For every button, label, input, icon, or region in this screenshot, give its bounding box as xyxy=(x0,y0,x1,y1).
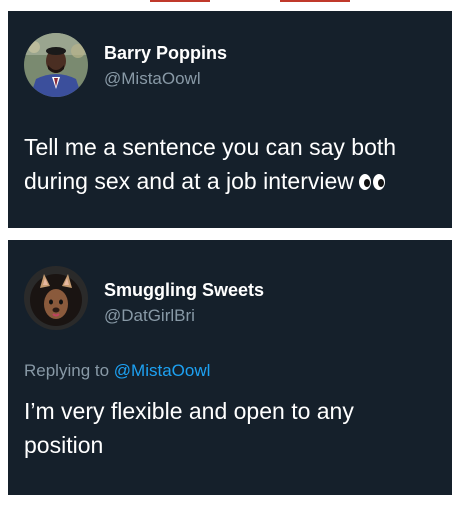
eyes-emoji-icon xyxy=(358,166,386,200)
top-strip-segment xyxy=(280,0,350,2)
replying-to-mention-link[interactable]: @MistaOowl xyxy=(114,361,211,380)
top-strip xyxy=(0,0,460,8)
tweet-text: Tell me a sentence you can say both duri… xyxy=(24,134,397,194)
avatar-image xyxy=(24,33,88,97)
replying-to-label: Replying to xyxy=(24,361,110,380)
avatar-image xyxy=(24,266,88,330)
tweet-card[interactable]: Smuggling Sweets @DatGirlBri Replying to… xyxy=(8,240,452,495)
avatar[interactable] xyxy=(24,33,88,97)
author-handle[interactable]: @MistaOowl xyxy=(104,69,201,89)
author-handle[interactable]: @DatGirlBri xyxy=(104,306,195,326)
tweet-text-block: Tell me a sentence you can say both duri… xyxy=(24,130,444,200)
tweet-text: I’m very flexible and open to any positi… xyxy=(24,398,354,458)
author-name[interactable]: Smuggling Sweets xyxy=(104,280,264,301)
tweet-card[interactable]: Barry Poppins @MistaOowl Tell me a sente… xyxy=(8,11,452,228)
avatar[interactable] xyxy=(24,266,88,330)
replying-to-line: Replying to @MistaOowl xyxy=(24,361,210,381)
author-name[interactable]: Barry Poppins xyxy=(104,43,227,64)
top-strip-segment xyxy=(150,0,210,2)
